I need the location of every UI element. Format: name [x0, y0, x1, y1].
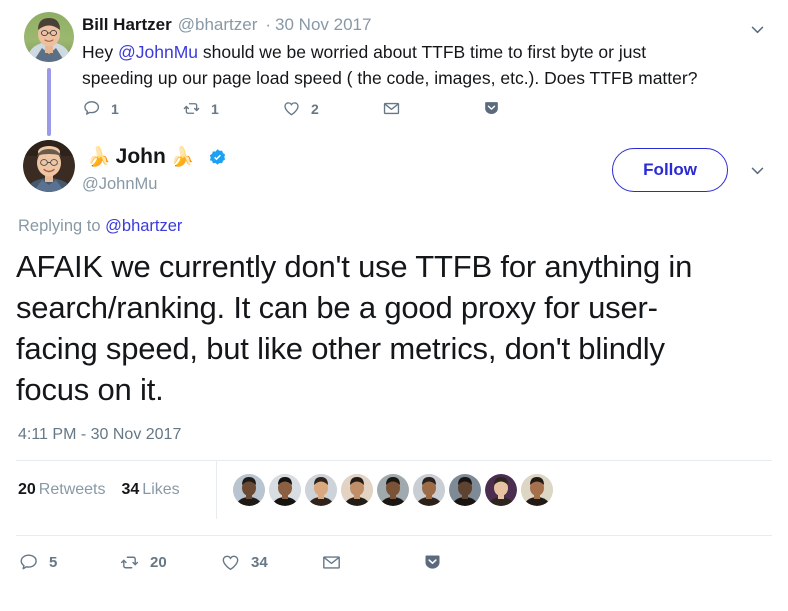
- engagement-stats-row: 20 Retweets 34 Likes: [16, 461, 772, 519]
- main-tweet-timestamp[interactable]: 4:11 PM - 30 Nov 2017: [16, 426, 772, 444]
- parent-like-count: 2: [311, 100, 319, 117]
- envelope-icon: [382, 99, 401, 118]
- main-bookmark-button[interactable]: [422, 552, 523, 573]
- likes-count: 34: [121, 481, 140, 498]
- parent-reply-button[interactable]: 1: [82, 99, 182, 118]
- replying-to-label: Replying to: [18, 217, 106, 235]
- facepile-avatar[interactable]: [448, 474, 481, 506]
- heart-icon: [220, 552, 241, 573]
- follow-button[interactable]: Follow: [612, 148, 728, 192]
- facepile-avatar[interactable]: [304, 474, 337, 506]
- parent-timestamp[interactable]: 30 Nov 2017: [275, 14, 371, 36]
- parent-retweet-count: 1: [211, 100, 219, 117]
- john-mueller-avatar[interactable]: [23, 140, 75, 192]
- tweet-conversation-card: Bill Hartzer @bhartzer · 30 Nov 2017 Hey…: [0, 0, 788, 611]
- main-tweet-avatar-column: [16, 140, 82, 192]
- envelope-icon: [321, 552, 342, 573]
- main-like-count: 34: [251, 553, 268, 571]
- parent-tweet-header: Bill Hartzer @bhartzer · 30 Nov 2017: [82, 14, 772, 36]
- reply-icon: [18, 552, 39, 573]
- heart-icon: [282, 99, 301, 118]
- retweet-icon: [182, 99, 201, 118]
- parent-tweet-body: Bill Hartzer @bhartzer · 30 Nov 2017 Hey…: [82, 12, 772, 128]
- parent-text-mention[interactable]: @JohnMu: [118, 42, 198, 62]
- main-tweet: 🍌 John 🍌 @JohnMu Follow Replying to @bha…: [0, 136, 788, 588]
- thread-connector-line: [47, 68, 51, 136]
- stats-vertical-divider: [215, 461, 217, 519]
- parent-tweet-text: Hey @JohnMu should we be worried about T…: [82, 39, 702, 91]
- bookmark-icon: [482, 99, 501, 118]
- facepile-avatar[interactable]: [340, 474, 373, 506]
- main-tweet-action-bar: 5 20 34: [16, 536, 772, 588]
- retweets-label: Retweets: [38, 481, 106, 498]
- parent-retweet-button[interactable]: 1: [182, 99, 282, 118]
- replying-to-mention[interactable]: @bhartzer: [105, 217, 182, 235]
- main-like-button[interactable]: 34: [220, 552, 321, 573]
- bookmark-icon: [422, 552, 443, 573]
- parent-tweet: Bill Hartzer @bhartzer · 30 Nov 2017 Hey…: [0, 0, 788, 136]
- parent-reply-count: 1: [111, 100, 119, 117]
- main-reply-count: 5: [49, 553, 58, 571]
- follow-area: Follow: [612, 148, 772, 192]
- parent-display-name[interactable]: Bill Hartzer: [82, 14, 172, 36]
- banana-emoji-left: 🍌: [87, 146, 111, 168]
- facepile-avatar[interactable]: [412, 474, 445, 506]
- bill-hartzer-avatar[interactable]: [24, 12, 74, 62]
- parent-message-button[interactable]: [382, 99, 482, 118]
- main-tweet-more-button[interactable]: [742, 155, 772, 185]
- reply-icon: [82, 99, 101, 118]
- stat-counts-group: 20 Retweets 34 Likes: [16, 461, 216, 519]
- replying-to-line: Replying to @bhartzer: [16, 217, 772, 236]
- parent-tweet-more-button[interactable]: [742, 14, 772, 44]
- chevron-down-icon: [751, 26, 763, 33]
- facepile-avatar[interactable]: [520, 474, 553, 506]
- facepile-avatar[interactable]: [268, 474, 301, 506]
- header-separator: ·: [265, 15, 272, 34]
- facepile-avatar[interactable]: [484, 474, 517, 506]
- retweet-icon: [119, 552, 140, 573]
- main-retweet-button[interactable]: 20: [119, 552, 220, 573]
- parent-tweet-avatar-column: [16, 12, 82, 136]
- main-tweet-text: AFAIK we currently don't use TTFB for an…: [16, 249, 693, 407]
- parent-like-button[interactable]: 2: [282, 99, 382, 118]
- chevron-down-icon: [751, 167, 763, 174]
- likes-stat[interactable]: 34 Likes: [122, 481, 180, 499]
- main-display-name[interactable]: John: [116, 144, 166, 170]
- facepile-avatar[interactable]: [232, 474, 265, 506]
- main-retweet-count: 20: [150, 553, 167, 571]
- verified-badge-icon: [208, 148, 227, 167]
- likes-label: Likes: [142, 481, 180, 498]
- engagement-facepile: [232, 474, 557, 506]
- main-reply-button[interactable]: 5: [18, 552, 119, 573]
- parent-text-segment-1: Hey: [82, 42, 118, 62]
- parent-bookmark-button[interactable]: [482, 99, 582, 118]
- retweets-count: 20: [18, 481, 36, 498]
- parent-tweet-action-bar: 1 1 2: [82, 99, 772, 128]
- retweets-stat[interactable]: 20 Retweets: [18, 481, 106, 499]
- facepile-avatar[interactable]: [376, 474, 409, 506]
- banana-emoji-right: 🍌: [170, 146, 195, 168]
- parent-handle[interactable]: @bhartzer: [178, 14, 258, 36]
- main-message-button[interactable]: [321, 552, 422, 573]
